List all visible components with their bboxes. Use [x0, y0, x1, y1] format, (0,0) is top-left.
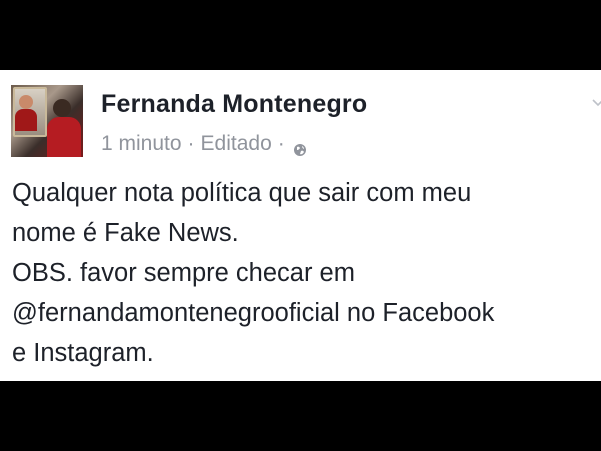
edited-label[interactable]: Editado [201, 132, 272, 156]
avatar-figure-body [15, 109, 37, 131]
message-line: Qualquer nota política que sair com meu [12, 179, 472, 207]
chevron-down-icon[interactable] [591, 96, 601, 110]
screenshot-frame: Fernanda Montenegro 1 minuto · Editado ·… [0, 0, 601, 451]
post-time[interactable]: 1 minuto [101, 132, 182, 156]
author-name[interactable]: Fernanda Montenegro [101, 90, 367, 119]
avatar-figure-head-2 [53, 99, 71, 117]
message-line: OBS. favor sempre checar em [12, 259, 355, 287]
post-meta: 1 minuto · Editado · [101, 132, 307, 156]
message-line: @fernandamontenegrooficial no Facebook [12, 299, 495, 327]
meta-separator-2: · [277, 132, 285, 155]
facebook-post: Fernanda Montenegro 1 minuto · Editado ·… [0, 70, 601, 381]
globe-icon[interactable] [293, 139, 307, 156]
meta-separator: · [187, 132, 195, 155]
avatar-figure-head [19, 95, 33, 109]
post-message: Qualquer nota política que sair com meu … [12, 173, 597, 373]
message-line: nome é Fake News. [12, 219, 239, 247]
avatar-figure-body-2 [47, 117, 81, 157]
avatar[interactable] [11, 85, 83, 157]
message-line: e Instagram. [12, 339, 154, 367]
